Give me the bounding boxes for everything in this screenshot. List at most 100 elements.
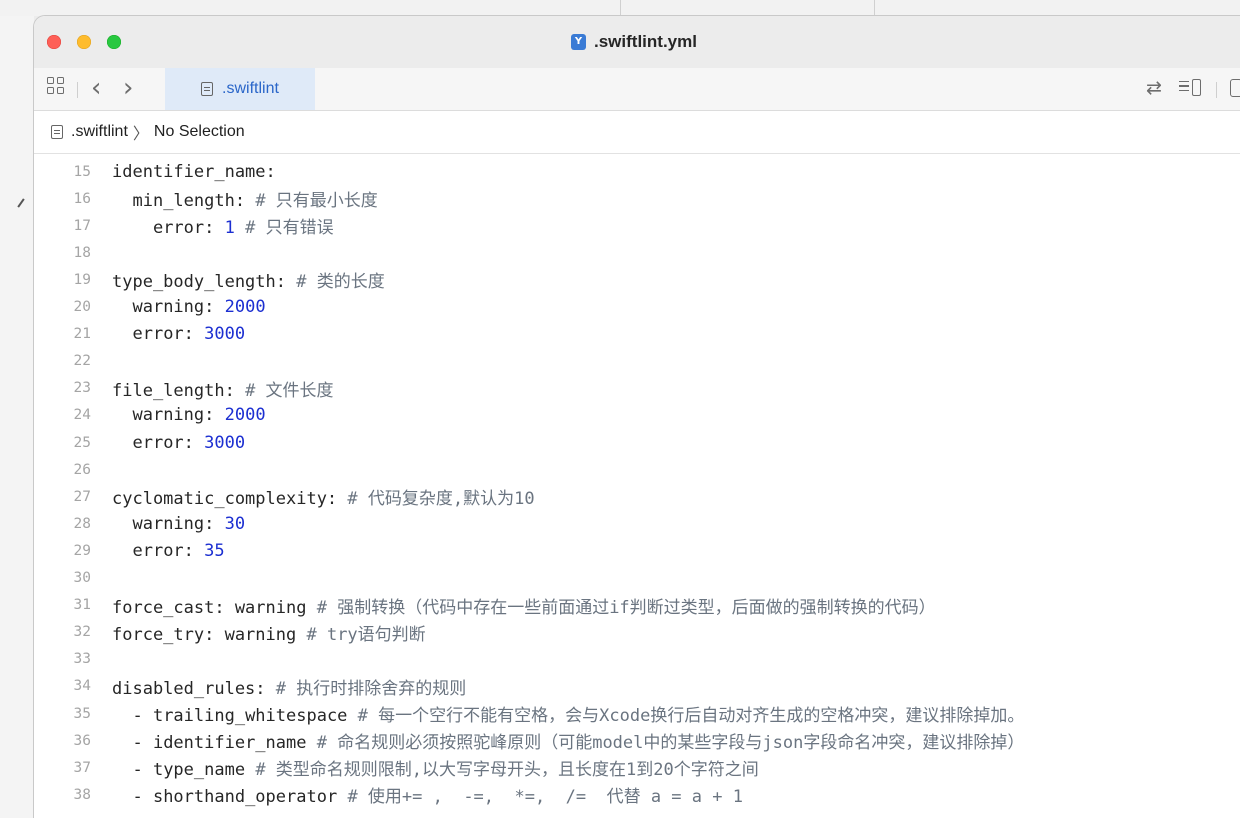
title-bar[interactable]: Y .swiftlint.yml (34, 16, 1240, 69)
code-line[interactable]: 35 - trailing_whitespace # 每一个空行不能有空格，会与… (34, 700, 1240, 727)
swap-arrows-icon[interactable]: ⇄ (1146, 77, 1162, 99)
code-line[interactable]: 34 disabled_rules: # 执行时排除舍弃的规则 (34, 673, 1240, 700)
close-window-button[interactable] (47, 35, 61, 49)
code-line[interactable]: 32 force_try: warning # try语句判断 (34, 619, 1240, 646)
code-line[interactable]: 18 (34, 239, 1240, 266)
background-mark (17, 198, 25, 208)
line-number: 18 (73, 244, 91, 261)
code-text: cyclomatic_complexity: # 代码复杂度,默认为10 (112, 484, 535, 509)
code-line[interactable]: 17 error: 1 # 只有错误 (34, 212, 1240, 239)
code-line[interactable]: 31 force_cast: warning # 强制转换（代码中存在一些前面通过… (34, 592, 1240, 619)
yaml-number-value: 3000 (204, 432, 246, 453)
code-text: force_cast: warning # 强制转换（代码中存在一些前面通过if… (112, 593, 936, 618)
document-icon (201, 82, 214, 96)
zoom-window-button[interactable] (107, 35, 121, 49)
code-line[interactable]: 25 error: 3000 (34, 429, 1240, 456)
code-line[interactable]: 29 error: 35 (34, 537, 1240, 564)
code-editor[interactable]: 15 identifier_name: 16 min_length: # 只有最小长… (34, 154, 1240, 818)
line-number: 34 (73, 678, 91, 695)
code-line[interactable]: 15 identifier_name: (34, 158, 1240, 185)
code-line[interactable]: 37 - type_name # 类型命名规则限制,以大写字母开头，且长度在1到… (34, 754, 1240, 781)
code-text: min_length: # 只有最小长度 (112, 186, 377, 211)
code-line[interactable]: 27 cyclomatic_complexity: # 代码复杂度,默认为10 (34, 483, 1240, 510)
code-line[interactable]: 23 file_length: # 文件长度 (34, 375, 1240, 402)
code-text: error: 35 (112, 540, 224, 561)
line-number: 16 (73, 190, 91, 207)
code-line[interactable]: 36 - identifier_name # 命名规则必须按照驼峰原则（可能mo… (34, 727, 1240, 754)
yaml-comment: # 文件长度 (245, 380, 334, 401)
line-number: 27 (73, 488, 91, 505)
code-text: - shorthand_operator # 使用+= , -=, *=, /=… (112, 782, 742, 808)
yaml-key: error: (152, 218, 215, 239)
background-window-edge (0, 16, 34, 818)
breadcrumb-file[interactable]: .swiftlint (71, 123, 128, 141)
code-line[interactable]: 26 (34, 456, 1240, 483)
inspector-panel-icon[interactable] (1230, 79, 1240, 97)
code-text: - identifier_name # 命名规则必须按照驼峰原则（可能model… (112, 728, 1024, 753)
code-text: error: 3000 (112, 433, 245, 453)
line-number: 35 (73, 705, 91, 722)
line-number: 31 (73, 597, 91, 614)
line-number: 30 (73, 570, 91, 586)
window-title: .swiftlint.yml (594, 32, 697, 51)
chevron-right-icon[interactable]: › (123, 73, 133, 103)
code-line[interactable]: 30 (34, 565, 1240, 592)
line-number: 37 (73, 759, 91, 776)
yaml-number-value: 3000 (204, 324, 246, 345)
code-line[interactable]: 21 error: 3000 (34, 321, 1240, 348)
line-number: 19 (73, 271, 91, 288)
chevron-left-icon[interactable]: ‹ (91, 73, 101, 103)
code-line[interactable]: 33 (34, 646, 1240, 673)
code-text: warning: 30 (112, 514, 245, 534)
yaml-key: - trailing_whitespace (132, 706, 348, 726)
minimap-toggle-icon[interactable] (1179, 79, 1209, 99)
breadcrumb-selection[interactable]: No Selection (154, 123, 245, 141)
line-number: 25 (73, 434, 91, 451)
line-number: 36 (73, 732, 91, 749)
code-line[interactable]: 24 warning: 2000 (34, 402, 1240, 429)
code-text: file_length: # 文件长度 (112, 376, 334, 401)
code-line[interactable]: 28 warning: 30 (34, 510, 1240, 537)
toolbar-divider (77, 82, 78, 98)
tab-swiftlint[interactable]: .swiftlint (165, 68, 315, 110)
yaml-key: error: (132, 324, 194, 345)
yaml-number-value: 30 (224, 513, 246, 534)
code-line[interactable]: 19 type_body_length: # 类的长度 (34, 266, 1240, 293)
code-text: - type_name # 类型命名规则限制,以大写字母开头，且长度在1到20个… (112, 755, 758, 780)
yaml-key: - shorthand_operator (132, 787, 338, 808)
yaml-number-value: 2000 (224, 297, 266, 317)
code-line[interactable]: 38 - shorthand_operator # 使用+= , -=, *=,… (34, 781, 1240, 808)
yaml-key: warning: (132, 297, 215, 317)
toolbar-divider (1216, 82, 1217, 98)
yaml-comment: # 执行时排除舍弃的规则 (275, 678, 467, 699)
line-number: 29 (73, 542, 91, 559)
related-items-grid-icon[interactable] (47, 77, 65, 95)
yaml-key: type_body_length: (112, 272, 286, 293)
background-divider (620, 0, 621, 16)
code-line[interactable]: 20 warning: 2000 (34, 294, 1240, 321)
yaml-file-icon: Y (571, 34, 586, 50)
yaml-comment: # 只有错误 (245, 218, 334, 239)
line-number: 24 (73, 407, 91, 424)
yaml-key: force_cast: warning (112, 597, 307, 618)
code-text: error: 1 # 只有错误 (112, 213, 334, 238)
code-text: warning: 2000 (112, 405, 265, 425)
code-line[interactable]: 22 (34, 348, 1240, 375)
code-text: - trailing_whitespace # 每一个空行不能有空格，会与Xco… (112, 701, 1024, 726)
yaml-key: error: (132, 540, 194, 561)
code-text: error: 3000 (112, 324, 245, 344)
code-line[interactable]: 16 min_length: # 只有最小长度 (34, 185, 1240, 212)
minimize-window-button[interactable] (77, 35, 91, 49)
line-number: 21 (73, 326, 91, 343)
code-text: identifier_name: (112, 162, 276, 182)
yaml-key: error: (132, 432, 194, 453)
yaml-key: cyclomatic_complexity: (112, 489, 338, 510)
